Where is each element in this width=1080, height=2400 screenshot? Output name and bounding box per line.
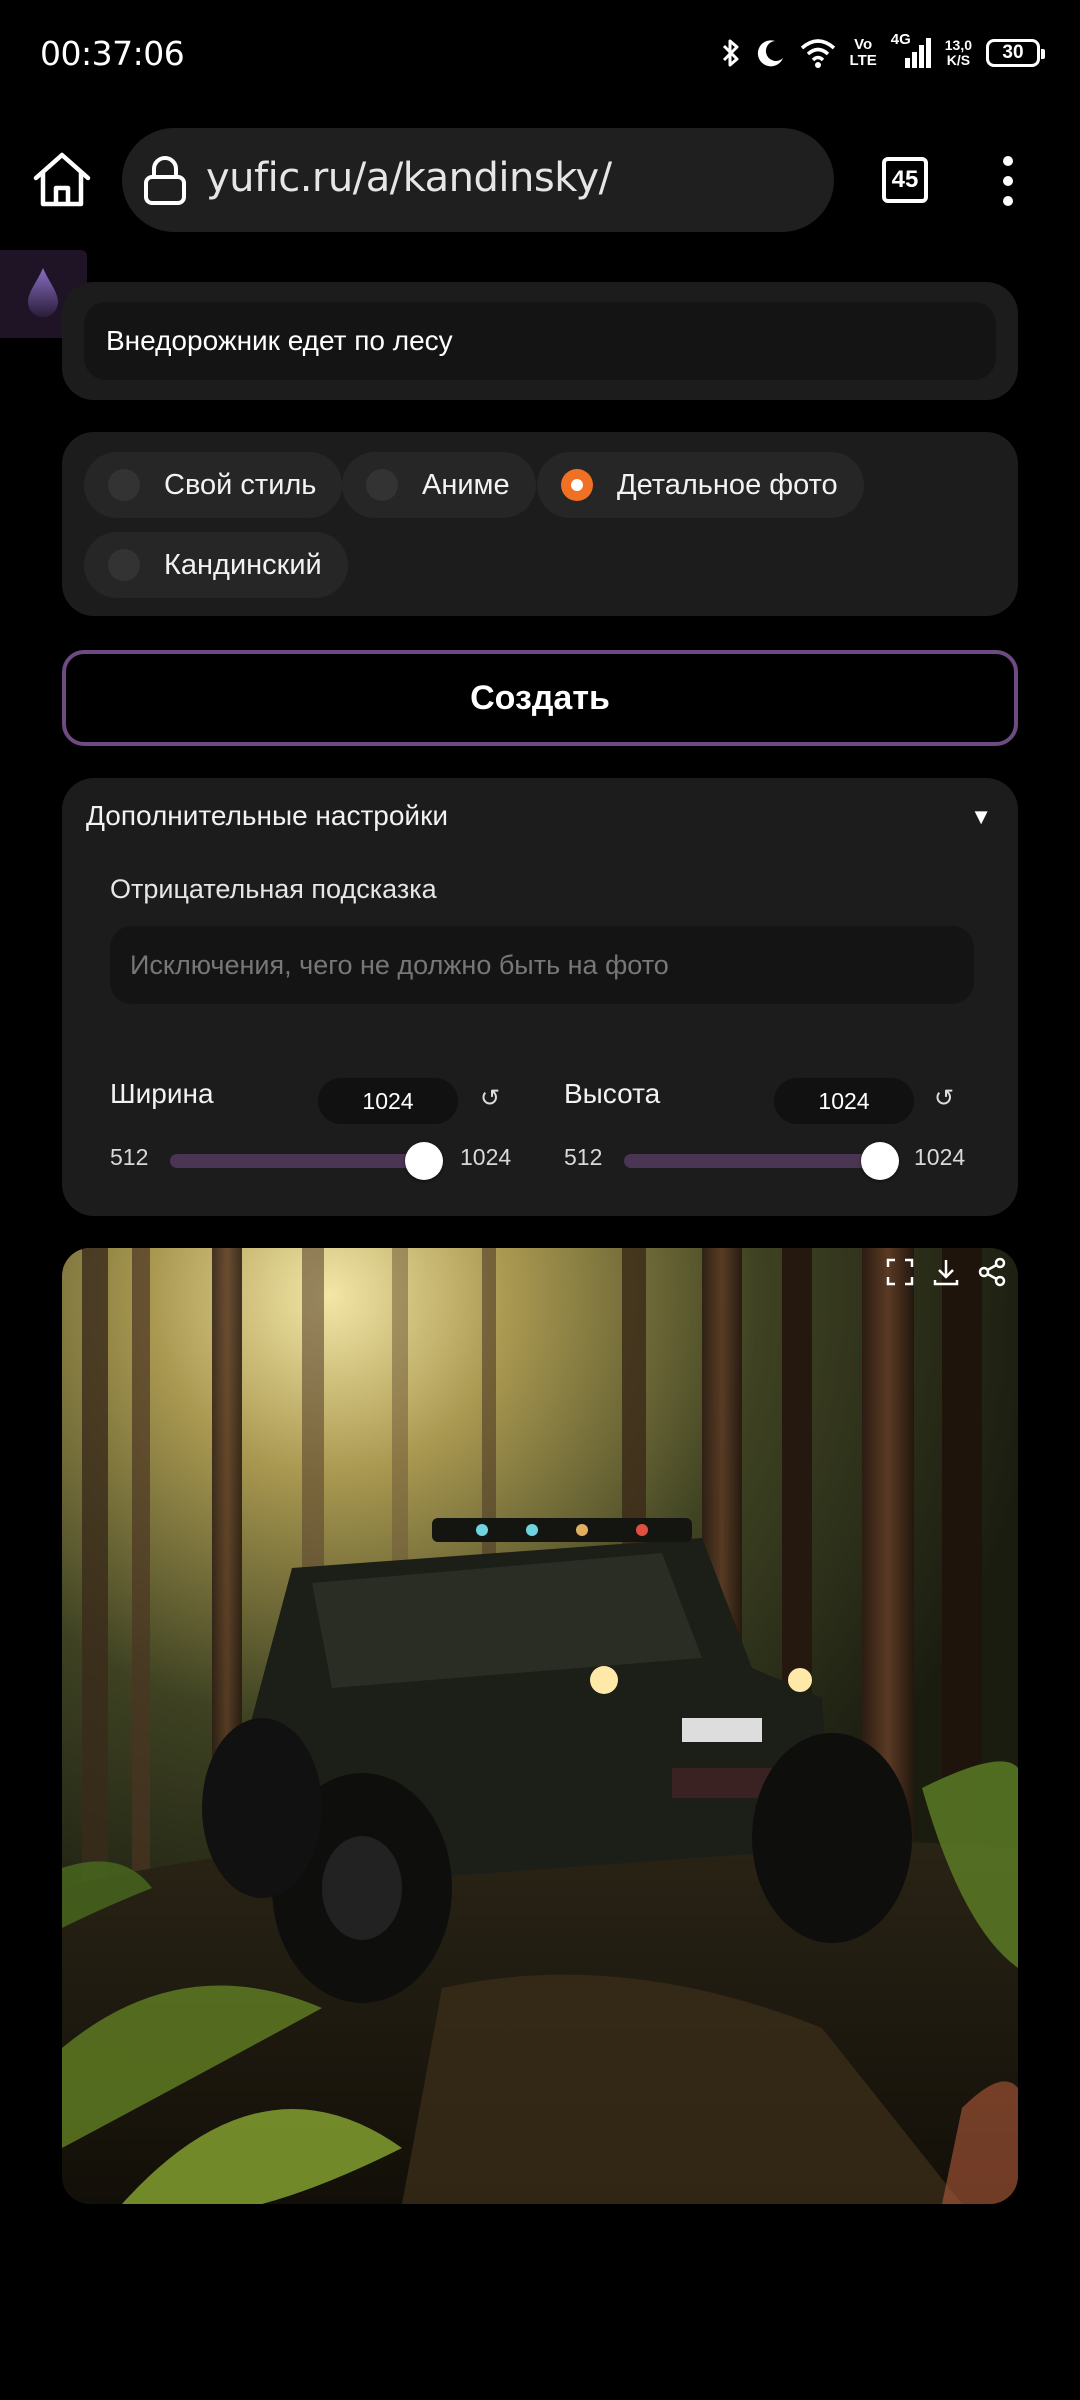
width-reset-icon[interactable]: ↺ bbox=[480, 1084, 500, 1113]
generated-image[interactable] bbox=[62, 1248, 1018, 2204]
style-options-panel: Свой стиль Аниме Детальное фото Кандинск… bbox=[62, 432, 1018, 616]
volte-bottom: LTE bbox=[849, 52, 877, 69]
more-menu-button[interactable] bbox=[988, 152, 1028, 210]
advanced-settings-panel: Дополнительные настройки ▼ Отрицательная… bbox=[62, 778, 1018, 1216]
menu-dot bbox=[1003, 176, 1013, 186]
chevron-down-icon[interactable]: ▼ bbox=[970, 804, 992, 830]
battery-icon: 30 bbox=[986, 39, 1045, 67]
width-min-label: 512 bbox=[110, 1144, 149, 1170]
share-icon[interactable] bbox=[976, 1256, 1008, 1288]
style-option-label: Свой стиль bbox=[164, 468, 317, 501]
tabs-button[interactable]: 45 bbox=[882, 157, 928, 203]
status-icons: Vo LTE 4G 13,0 K/S 30 bbox=[720, 30, 1045, 76]
negative-prompt-input[interactable]: Исключения, чего не должно быть на фото bbox=[110, 926, 974, 1004]
tab-count: 45 bbox=[891, 166, 919, 193]
home-icon bbox=[33, 152, 91, 207]
status-time: 00:37:06 bbox=[40, 34, 185, 73]
radio-button[interactable] bbox=[366, 469, 398, 501]
radio-button[interactable] bbox=[108, 549, 140, 581]
style-option-custom[interactable]: Свой стиль bbox=[84, 452, 343, 518]
width-slider-thumb[interactable] bbox=[405, 1142, 443, 1180]
menu-dot bbox=[1003, 156, 1013, 166]
style-option-detailed-photo[interactable]: Детальное фото bbox=[537, 452, 864, 518]
signal-icon bbox=[904, 38, 931, 68]
browser-toolbar: yufic.ru/a/kandinsky/ 45 bbox=[0, 128, 1080, 232]
style-option-kandinsky[interactable]: Кандинский bbox=[84, 532, 348, 598]
menu-dot bbox=[1003, 196, 1013, 206]
width-max-label: 1024 bbox=[460, 1144, 512, 1170]
address-bar[interactable]: yufic.ru/a/kandinsky/ bbox=[122, 128, 834, 232]
height-min-label: 512 bbox=[564, 1144, 603, 1170]
volte-indicator: Vo LTE bbox=[850, 37, 877, 69]
height-slider-thumb[interactable] bbox=[861, 1142, 899, 1180]
lock-icon[interactable] bbox=[142, 153, 188, 207]
status-bar: 00:37:06 Vo LTE 4G 13,0 K/S 30 bbox=[0, 0, 1080, 110]
cell-signal: 4G bbox=[891, 32, 931, 70]
fullscreen-icon[interactable] bbox=[884, 1256, 916, 1288]
download-icon[interactable] bbox=[930, 1256, 962, 1288]
speed-unit: K/S bbox=[946, 52, 971, 68]
width-label: Ширина bbox=[110, 1078, 214, 1109]
style-option-label: Кандинский bbox=[164, 548, 322, 581]
moon-icon bbox=[757, 40, 783, 67]
volte-top: Vo bbox=[854, 36, 873, 53]
speed-value: 13,0 bbox=[944, 37, 972, 53]
image-actions bbox=[884, 1256, 1008, 1288]
style-option-label: Аниме bbox=[422, 468, 510, 501]
home-button[interactable] bbox=[30, 150, 94, 210]
width-value-input[interactable]: 1024 bbox=[318, 1078, 458, 1124]
advanced-settings-toggle[interactable]: Дополнительные настройки bbox=[86, 800, 448, 832]
height-reset-icon[interactable]: ↺ bbox=[934, 1084, 954, 1113]
height-label: Высота bbox=[564, 1078, 661, 1109]
radio-button-selected[interactable] bbox=[561, 469, 593, 501]
height-value-input[interactable]: 1024 bbox=[774, 1078, 914, 1124]
style-option-anime[interactable]: Аниме bbox=[342, 452, 536, 518]
height-max-label: 1024 bbox=[914, 1144, 966, 1170]
forest-offroad-scene bbox=[62, 1248, 1018, 2204]
network-speed: 13,0 K/S bbox=[945, 38, 972, 68]
prompt-input[interactable]: Внедорожник едет по лесу bbox=[84, 302, 996, 380]
url-text[interactable]: yufic.ru/a/kandinsky/ bbox=[206, 155, 612, 201]
style-option-label: Детальное фото bbox=[617, 468, 838, 501]
bluetooth-icon bbox=[722, 39, 739, 67]
drop-icon bbox=[28, 268, 58, 317]
prompt-panel: Внедорожник едет по лесу bbox=[62, 282, 1018, 400]
wifi-icon bbox=[800, 39, 835, 68]
negative-prompt-label: Отрицательная подсказка bbox=[110, 874, 437, 904]
radio-button[interactable] bbox=[108, 469, 140, 501]
height-slider-track[interactable] bbox=[624, 1154, 892, 1168]
battery-level: 30 bbox=[1002, 42, 1024, 63]
create-button[interactable]: Создать bbox=[62, 650, 1018, 746]
width-slider-track[interactable] bbox=[170, 1154, 438, 1168]
